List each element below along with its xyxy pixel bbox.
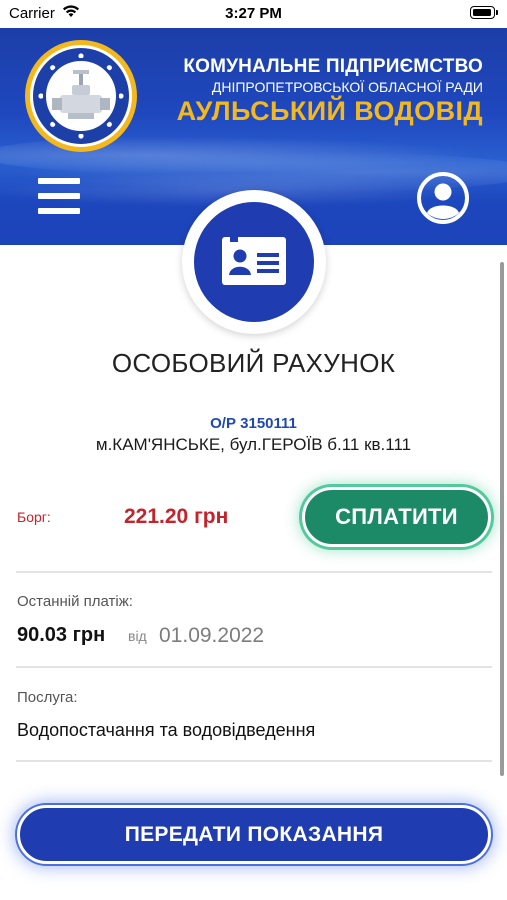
water-valve-icon (52, 70, 110, 119)
last-payment-label: Останній платіж: (17, 593, 133, 610)
battery-icon (470, 6, 498, 19)
debt-label: Борг: (17, 509, 51, 525)
service-value: Водопостачання та водовідведення (17, 720, 316, 740)
hamburger-menu-icon[interactable] (38, 176, 80, 216)
service-label: Послуга: (17, 689, 78, 706)
submit-readings-button[interactable]: ПЕРЕДАТИ ПОКАЗАННЯ (17, 805, 491, 864)
page-title: ОСОБОВИЙ РАХУНОК (111, 348, 396, 378)
clock-time: 3:27 PM (225, 5, 282, 22)
divider (16, 760, 492, 762)
scroll-indicator[interactable] (500, 262, 504, 776)
account-address: м.КАМ'ЯНСЬКЕ, бул.ГЕРОЇВ б.11 кв.111 (95, 435, 412, 454)
company-logo (25, 40, 137, 152)
org-title: КОМУНАЛЬНЕ ПІДПРИЄМСТВО (183, 56, 483, 77)
last-payment-from-word: від (128, 628, 147, 644)
account-badge (182, 190, 326, 334)
pay-button[interactable]: СПЛАТИТИ (302, 487, 491, 547)
debt-amount: 221.20 грн (124, 505, 229, 528)
last-payment-amount: 90.03 грн (17, 624, 106, 646)
divider (16, 571, 492, 573)
account-number: О/Р 3150111 (210, 415, 297, 432)
user-profile-icon[interactable] (416, 171, 470, 225)
divider (16, 666, 492, 668)
org-subtitle: ДНІПРОПЕТРОВСЬКОЇ ОБЛАСНОЇ РАДИ (211, 79, 483, 95)
last-payment-date: 01.09.2022 (159, 624, 265, 647)
org-name: АУЛЬСЬКИЙ ВОДОВІД (176, 96, 483, 126)
id-card-icon (222, 237, 286, 285)
status-bar: Carrier 3:27 PM (0, 0, 507, 28)
